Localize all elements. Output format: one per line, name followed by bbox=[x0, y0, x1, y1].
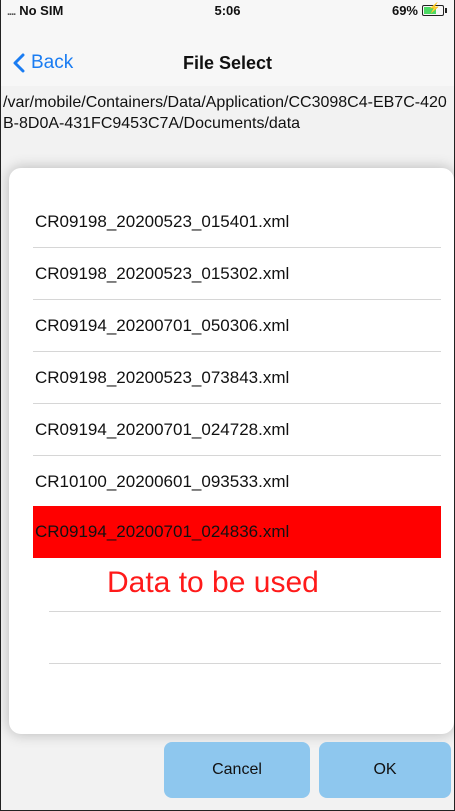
file-item[interactable]: CR09198_20200523_073843.xml bbox=[33, 352, 441, 404]
file-item[interactable]: CR10100_20200601_093533.xml bbox=[33, 456, 441, 508]
page-title: File Select bbox=[182, 53, 273, 73]
file-list: CR09198_20200523_015401.xml CR09198_2020… bbox=[9, 168, 454, 734]
ok-button[interactable]: OK bbox=[319, 742, 451, 798]
charging-icon: ⚡ bbox=[428, 3, 441, 14]
annotation-label: Data to be used bbox=[107, 566, 319, 599]
status-bar: .... No SIM 5:06 69% ⚡ bbox=[1, 0, 454, 22]
file-item[interactable]: CR09194_20200701_050306.xml bbox=[33, 300, 441, 352]
battery-percent: 69% bbox=[391, 3, 418, 18]
file-item[interactable]: CR09194_20200701_024728.xml bbox=[33, 404, 441, 456]
file-item[interactable]: CR09198_20200523_015401.xml bbox=[33, 196, 441, 248]
file-item-selected[interactable]: CR09194_20200701_024836.xml bbox=[33, 506, 441, 558]
clock: 5:06 bbox=[214, 3, 241, 18]
battery-icon: ⚡ bbox=[422, 3, 447, 16]
file-item[interactable]: CR09198_20200523_015302.xml bbox=[33, 248, 441, 300]
cancel-button[interactable]: Cancel bbox=[164, 742, 310, 798]
battery-status: 69% ⚡ bbox=[391, 3, 447, 18]
directory-path: /var/mobile/Containers/Data/Application/… bbox=[3, 94, 447, 132]
empty-row bbox=[49, 612, 441, 664]
app-screen: .... No SIM 5:06 69% ⚡ Back File Select /… bbox=[0, 0, 455, 811]
navigation-bar: Back File Select bbox=[1, 22, 454, 86]
